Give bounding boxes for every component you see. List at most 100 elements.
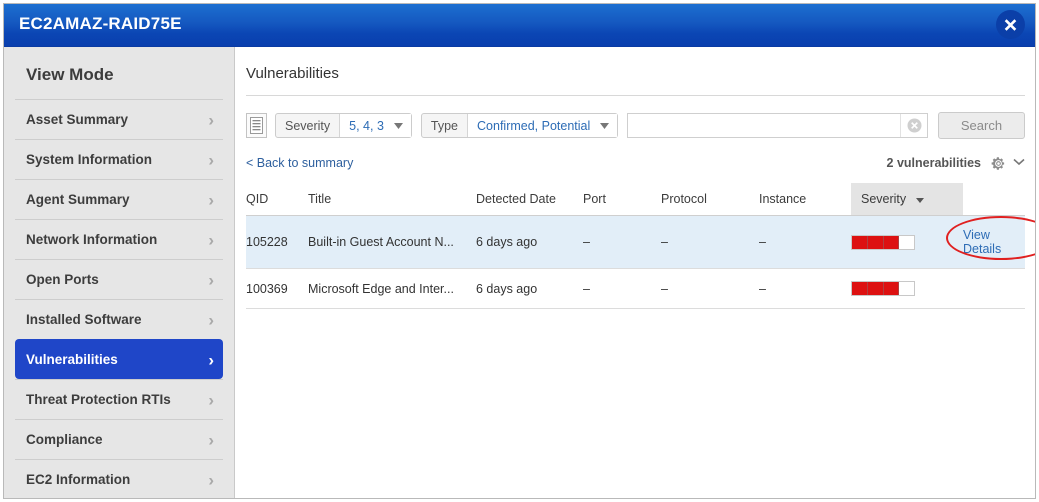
severity-segment bbox=[883, 235, 900, 249]
sidebar-item-label: Asset Summary bbox=[26, 112, 129, 127]
clear-search-icon[interactable] bbox=[900, 114, 927, 137]
sidebar-item-label: Vulnerabilities bbox=[26, 352, 118, 367]
cell-severity bbox=[851, 215, 963, 269]
sidebar-item-network-information[interactable]: Network Information › bbox=[15, 219, 223, 259]
severity-segment bbox=[899, 236, 914, 249]
sidebar-item-installed-software[interactable]: Installed Software › bbox=[15, 299, 223, 339]
main-panel: Vulnerabilities Severity 5, 4, 3 Type Co… bbox=[236, 47, 1035, 498]
sidebar-item-asset-summary[interactable]: Asset Summary › bbox=[15, 99, 223, 139]
cell-title: Microsoft Edge and Inter... bbox=[308, 268, 476, 309]
results-meta-right: 2 vulnerabilities bbox=[887, 156, 1025, 171]
severity-segment bbox=[899, 282, 914, 295]
table-body: 105228 Built-in Guest Account N... 6 day… bbox=[246, 215, 1035, 309]
column-header-title[interactable]: Title bbox=[308, 183, 476, 216]
view-details-link[interactable]: View Details bbox=[946, 216, 1035, 260]
sidebar-item-label: Threat Protection RTIs bbox=[26, 392, 171, 407]
chevron-right-icon: › bbox=[208, 350, 214, 369]
column-header-qid[interactable]: QID bbox=[246, 183, 308, 216]
document-list-icon[interactable] bbox=[246, 113, 267, 138]
severity-segment bbox=[852, 282, 868, 295]
table-row[interactable]: 105228 Built-in Guest Account N... 6 day… bbox=[246, 215, 1035, 269]
window-title: EC2AMAZ-RAID75E bbox=[19, 14, 182, 33]
cell-port: – bbox=[583, 268, 661, 309]
filter-severity-label: Severity bbox=[285, 118, 331, 133]
sidebar-item-threat-protection-rtis[interactable]: Threat Protection RTIs › bbox=[15, 379, 223, 419]
gear-icon[interactable] bbox=[991, 156, 1006, 171]
chevron-right-icon: › bbox=[208, 270, 214, 289]
caret-glyph bbox=[600, 122, 610, 129]
sidebar-item-label: Open Ports bbox=[26, 272, 99, 287]
cell-qid[interactable]: 100369 bbox=[246, 268, 308, 309]
column-header-severity-label: Severity bbox=[861, 192, 907, 206]
table-header: QID Title Detected Date Port Protocol In… bbox=[246, 183, 1025, 216]
sidebar-item-label: Agent Summary bbox=[26, 192, 130, 207]
cell-detected-date: 6 days ago bbox=[476, 215, 583, 269]
cell-protocol: – bbox=[661, 215, 759, 269]
back-to-summary-link[interactable]: < Back to summary bbox=[246, 156, 353, 170]
column-header-severity[interactable]: Severity bbox=[851, 183, 963, 216]
chevron-right-icon: › bbox=[208, 190, 214, 209]
chevron-down-icon[interactable] bbox=[1013, 157, 1025, 169]
column-header-detected-date[interactable]: Detected Date bbox=[476, 183, 583, 216]
cell-severity bbox=[851, 268, 963, 309]
column-header-actions bbox=[963, 183, 1025, 216]
chevron-right-icon: › bbox=[208, 390, 214, 409]
filter-type[interactable]: Type Confirmed, Potential bbox=[420, 113, 619, 138]
severity-bar bbox=[851, 234, 915, 250]
column-header-port[interactable]: Port bbox=[583, 183, 661, 216]
filter-severity[interactable]: Severity 5, 4, 3 bbox=[275, 113, 412, 138]
close-button[interactable] bbox=[996, 10, 1025, 39]
severity-bar bbox=[851, 281, 915, 296]
severity-segment bbox=[867, 282, 884, 295]
search-button[interactable]: Search bbox=[938, 112, 1025, 139]
sidebar-item-ec2-information[interactable]: EC2 Information › bbox=[15, 459, 223, 498]
severity-segment bbox=[852, 235, 868, 249]
chevron-right-icon: › bbox=[208, 430, 214, 449]
column-header-instance[interactable]: Instance bbox=[759, 183, 851, 216]
cell-title: Built-in Guest Account N... bbox=[308, 215, 476, 269]
list-lines-icon bbox=[250, 117, 263, 134]
table-row[interactable]: 100369 Microsoft Edge and Inter... 6 day… bbox=[246, 268, 1025, 309]
chevron-down-icon[interactable] bbox=[390, 114, 411, 137]
filter-severity-value: 5, 4, 3 bbox=[339, 114, 391, 137]
search-input[interactable] bbox=[628, 114, 900, 137]
chevron-right-icon: › bbox=[208, 150, 214, 169]
clear-x-glyph bbox=[907, 118, 921, 133]
sidebar-item-label: Installed Software bbox=[26, 312, 142, 327]
close-icon bbox=[1004, 19, 1017, 31]
sidebar-item-agent-summary[interactable]: Agent Summary › bbox=[15, 179, 223, 219]
vulnerability-count: 2 vulnerabilities bbox=[886, 156, 981, 170]
panel-divider bbox=[246, 95, 1025, 96]
page-title: Vulnerabilities bbox=[246, 65, 339, 82]
filter-type-label: Type bbox=[430, 118, 459, 133]
window-title-bar: EC2AMAZ-RAID75E bbox=[4, 4, 1035, 47]
sort-descending-icon bbox=[915, 198, 924, 203]
search-field-wrapper bbox=[627, 113, 928, 138]
chevron-right-icon: › bbox=[208, 110, 214, 129]
sidebar-item-system-information[interactable]: System Information › bbox=[15, 139, 223, 179]
sidebar-title: View Mode bbox=[26, 65, 114, 84]
sidebar-item-label: Compliance bbox=[26, 432, 103, 447]
severity-segment bbox=[883, 282, 900, 295]
column-header-protocol[interactable]: Protocol bbox=[661, 183, 759, 216]
chevron-down-icon[interactable] bbox=[597, 114, 618, 137]
cell-actions: View Details bbox=[946, 215, 1035, 269]
cell-instance: – bbox=[759, 215, 851, 269]
cell-detected-date: 6 days ago bbox=[476, 268, 583, 309]
sidebar-item-label: System Information bbox=[26, 152, 153, 167]
sidebar-item-compliance[interactable]: Compliance › bbox=[15, 419, 223, 459]
chevron-right-icon: › bbox=[208, 310, 214, 329]
asset-detail-window: EC2AMAZ-RAID75E View Mode Asset Summary … bbox=[3, 3, 1036, 499]
table-header-row: QID Title Detected Date Port Protocol In… bbox=[246, 183, 1025, 216]
filter-type-value: Confirmed, Potential bbox=[467, 114, 598, 137]
severity-segment bbox=[867, 235, 884, 249]
sidebar-item-open-ports[interactable]: Open Ports › bbox=[15, 259, 223, 299]
window-body: View Mode Asset Summary › System Informa… bbox=[4, 47, 1035, 498]
results-meta-row: < Back to summary 2 vulnerabilities bbox=[246, 151, 1025, 175]
caret-glyph bbox=[393, 122, 403, 129]
chevron-right-icon: › bbox=[208, 470, 214, 489]
sidebar-item-label: Network Information bbox=[26, 232, 158, 247]
cell-qid[interactable]: 105228 bbox=[246, 215, 308, 269]
sidebar: View Mode Asset Summary › System Informa… bbox=[4, 47, 235, 498]
sidebar-item-vulnerabilities[interactable]: Vulnerabilities › bbox=[15, 339, 223, 379]
